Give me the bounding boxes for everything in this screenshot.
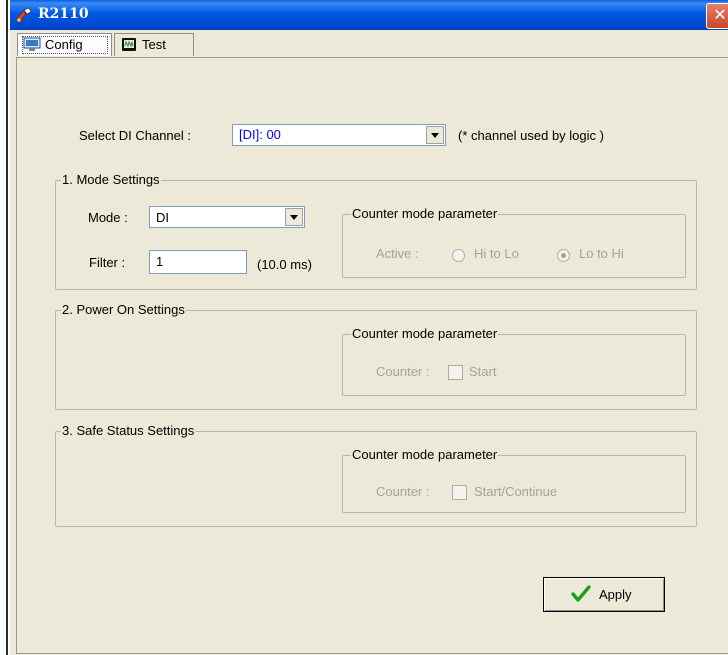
close-button[interactable]: ✕ <box>706 3 728 29</box>
app-icon <box>15 7 33 23</box>
channel-label: Select DI Channel : <box>79 128 192 143</box>
power-on-title: 2. Power On Settings <box>61 302 186 317</box>
radio-hi-to-lo-label: Hi to Lo <box>474 246 519 261</box>
tab-test[interactable]: Test <box>114 33 194 56</box>
mode-value: DI <box>156 210 169 225</box>
power-on-counter-label: Counter : <box>376 364 430 379</box>
channel-value: [DI]: 00 <box>239 127 281 142</box>
checkmark-icon <box>571 585 591 606</box>
mode-select[interactable]: DI <box>149 206 305 228</box>
counter-group-safe-status-title: Counter mode parameter <box>351 447 499 462</box>
filter-unit: (10.0 ms) <box>257 257 312 272</box>
chevron-down-icon[interactable] <box>285 208 303 226</box>
filter-value: 1 <box>156 254 164 269</box>
mode-settings-title: 1. Mode Settings <box>61 172 161 187</box>
filter-label: Filter : <box>89 255 126 270</box>
window-title: R2110 <box>38 6 89 22</box>
tab-test-label: Test <box>142 37 166 52</box>
channel-note: (* channel used by logic ) <box>458 128 604 143</box>
active-label: Active : <box>376 246 419 261</box>
mode-label: Mode : <box>88 210 128 225</box>
filter-input[interactable]: 1 <box>149 250 247 274</box>
safe-status-counter-label: Counter : <box>376 484 430 499</box>
radio-lo-to-hi-label: Lo to Hi <box>579 246 624 261</box>
chevron-down-icon[interactable] <box>426 126 444 144</box>
safe-status-title: 3. Safe Status Settings <box>61 423 196 438</box>
tab-focus-rect <box>22 36 108 54</box>
apply-button[interactable]: Apply <box>543 577 665 612</box>
safe-status-start-checkbox[interactable] <box>452 485 467 500</box>
radio-lo-to-hi[interactable] <box>557 249 570 262</box>
desktop-edge <box>0 0 10 655</box>
counter-group-power-on-title: Counter mode parameter <box>351 326 499 341</box>
chip-icon <box>121 37 137 55</box>
channel-select[interactable]: [DI]: 00 <box>232 124 446 146</box>
safe-status-start-label: Start/Continue <box>474 484 558 499</box>
close-icon: ✕ <box>713 7 727 24</box>
power-on-start-checkbox[interactable] <box>448 365 463 380</box>
counter-group-mode-title: Counter mode parameter <box>351 206 499 221</box>
radio-hi-to-lo[interactable] <box>452 249 465 262</box>
power-on-start-label: Start <box>469 364 497 379</box>
apply-label: Apply <box>599 587 632 602</box>
title-bar[interactable] <box>10 0 728 30</box>
